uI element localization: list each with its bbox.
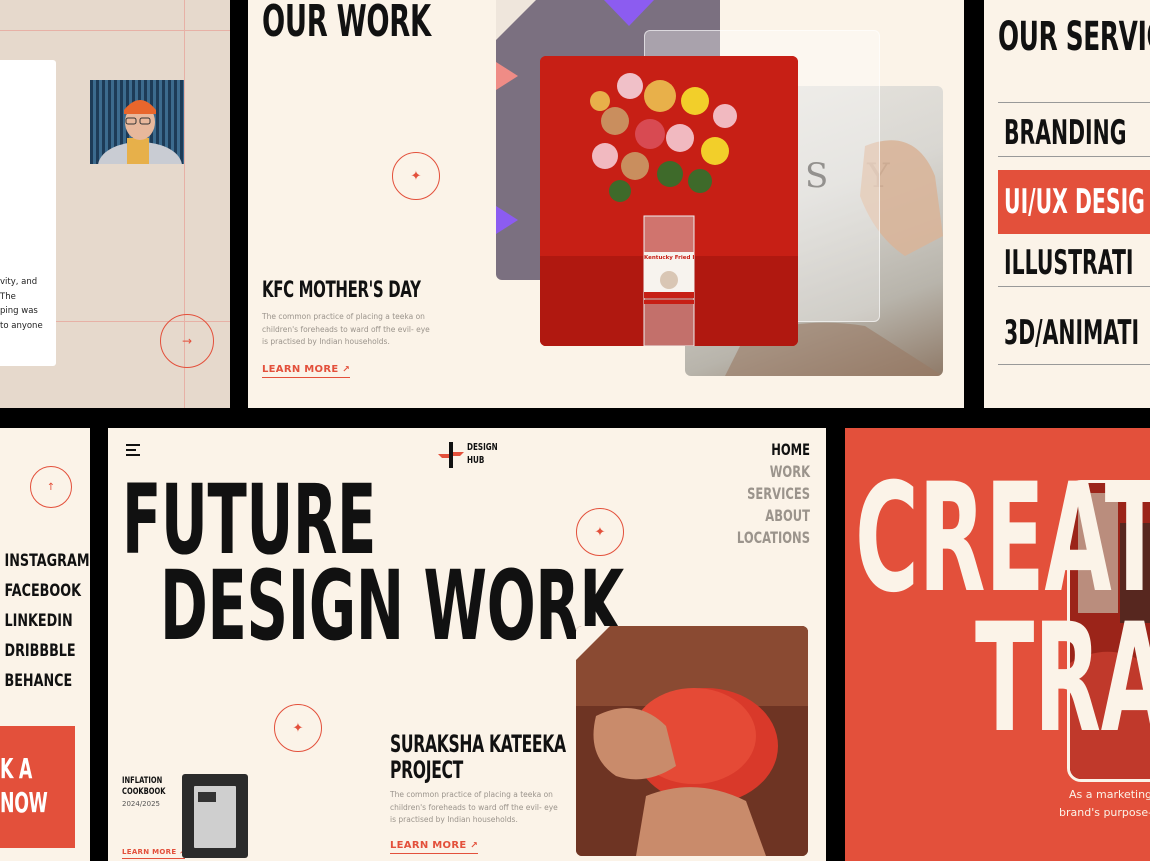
project-title-line1: SURAKSHA KATEEKA [390,730,566,758]
tin-photo [576,626,808,856]
social-links: INSTAGRAM FACEBOOK LINKEDIN DRIBBBLE BEH… [0,546,90,696]
plus-button[interactable]: ✦ [392,152,440,200]
hamburger-menu-icon[interactable] [126,444,140,456]
cookbook-thumbnail[interactable] [182,774,248,858]
project-description: The common practice of placing a teeka o… [390,790,558,824]
sparkle-icon: ✦ [410,168,422,184]
learn-more-link[interactable]: LEARN MORE ↗ [262,364,351,378]
social-link-behance[interactable]: BEHANCE [5,666,73,696]
arrow-up-right-icon: ↗ [470,841,479,851]
nav-item-locations[interactable]: LOCATIONS [724,527,810,549]
project-description: The common practice of placing a teeka o… [262,312,430,346]
plus-button[interactable]: ✦ [576,508,624,556]
nav-item-services[interactable]: SERVICES [724,483,810,505]
services-divider-top [998,102,1150,103]
arrow-up-icon: ↑ [46,481,56,493]
tin-diagonal-cut [576,626,610,660]
services-panel: OUR SERVIC BRANDING UI/UX DESIG ILLUSTRA… [984,0,1150,408]
our-work-panel: OUR WORK ✦ KFC MOTHER'S DAY The common p… [248,0,964,408]
sparkle-icon: ✦ [292,720,304,736]
scroll-up-button[interactable]: ↑ [30,466,72,508]
social-panel: ↑ INSTAGRAM FACEBOOK LINKEDIN DRIBBBLE B… [0,428,90,861]
profile-panel: vity, and The ping was to anyone → [0,0,230,408]
social-link-instagram[interactable]: INSTAGRAM [5,546,90,576]
social-link-linkedin[interactable]: LINKEDIN [5,606,73,636]
plus-button[interactable]: ✦ [274,704,322,752]
social-link-facebook[interactable]: FACEBOOK [5,576,81,606]
services-title: OUR SERVIC [998,14,1150,60]
book-learn-more-link[interactable]: LEARN MORE ↗ [122,848,186,859]
learn-more-link[interactable]: LEARN MORE ↗ [390,840,479,854]
profile-photo [90,80,184,164]
service-item-3d-animation[interactable]: 3D/ANIMATI [998,306,1150,365]
nav-item-about[interactable]: ABOUT [724,505,810,527]
kfc-bouquet-photo: Kentucky Fried Bouq [540,56,798,346]
section-title: OUR WORK [262,0,431,47]
main-nav: HOME WORK SERVICES ABOUT LOCATIONS [690,439,810,549]
project-title-line2: PROJECT [390,756,463,784]
hero-panel: DESIGN HUB HOME WORK SERVICES ABOUT LOCA… [108,428,826,861]
book-title: INFLATION COOKBOOK 2024/2025 [122,776,166,808]
profile-card: vity, and The ping was to anyone [0,60,56,366]
logo-mark-icon [438,442,464,468]
service-item-branding[interactable]: BRANDING [998,110,1150,157]
hero-headline-line2: DESIGN WORK [160,550,624,662]
nav-item-home[interactable]: HOME [724,439,810,461]
profile-card-text: vity, and The ping was to anyone [0,277,43,331]
next-arrow-button[interactable]: → [160,314,214,368]
nav-item-work[interactable]: WORK [724,461,810,483]
service-item-illustration[interactable]: ILLUSTRATI [998,240,1150,287]
sparkle-icon: ✦ [594,524,606,540]
book-now-button[interactable]: K A NOW [0,726,75,848]
create-panel: CREAT TRA As a marketing brand's purpose… [845,428,1150,861]
arrow-up-right-icon: ↗ [342,365,351,375]
brand-logo[interactable]: DESIGN HUB [436,440,506,470]
social-link-dribbble[interactable]: DRIBBBLE [5,636,76,666]
jar-label: Kentucky Fried Bouq [644,255,694,261]
create-headline-line2: TRA [975,592,1150,766]
grid-line [0,30,230,31]
service-item-uiux[interactable]: UI/UX DESIG [998,170,1150,234]
project-title: KFC MOTHER'S DAY [262,278,421,303]
arrow-right-icon: → [181,334,193,348]
